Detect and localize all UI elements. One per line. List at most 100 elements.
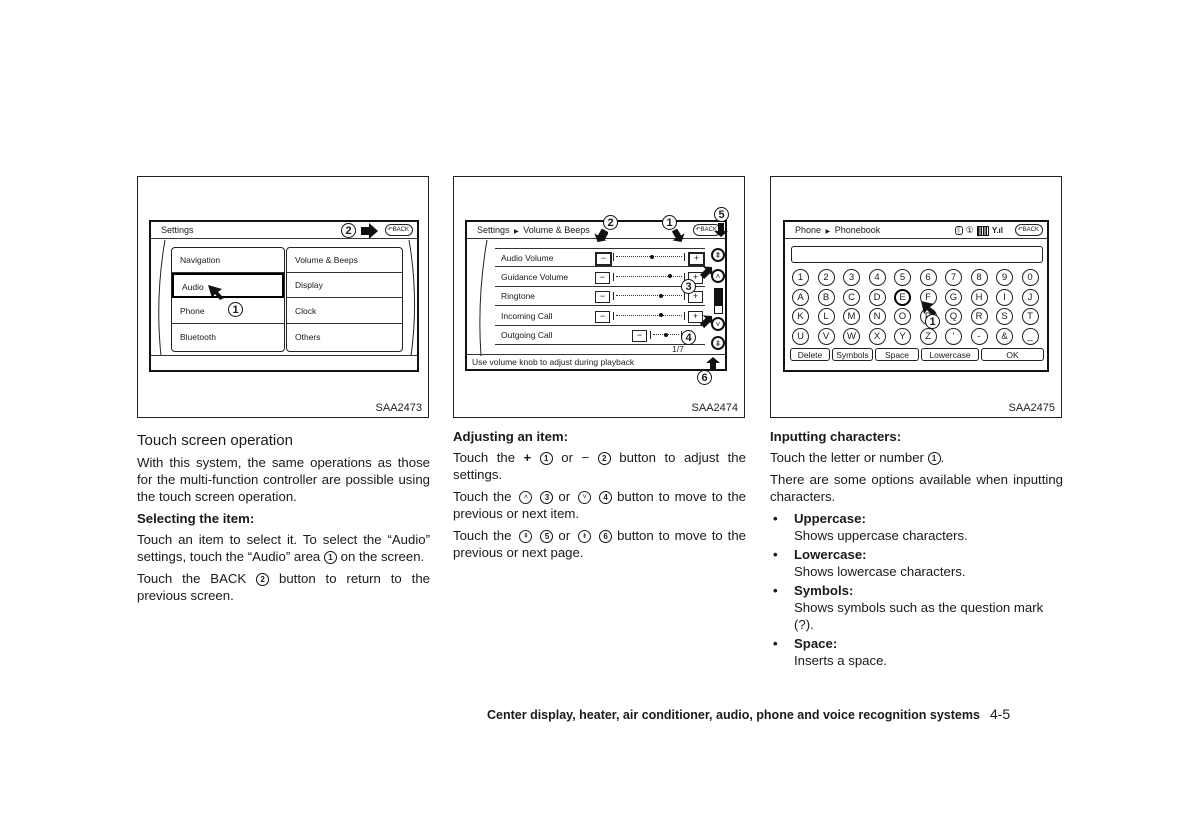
key-2[interactable]: 2 (817, 269, 835, 286)
volume-slider[interactable] (613, 253, 685, 261)
setting-label: Ringtone (501, 291, 536, 301)
minus-button[interactable]: − (632, 330, 647, 342)
delete-button[interactable]: Delete (790, 348, 830, 361)
page-up-button[interactable]: ⇞ (711, 248, 725, 262)
key-q[interactable]: Q (945, 308, 962, 325)
symbols-button[interactable]: Symbols (832, 348, 873, 361)
slider-knob[interactable] (658, 313, 663, 317)
text-span: . (940, 450, 945, 465)
item-up-icon: ˄ (715, 272, 721, 281)
key-j[interactable]: J (1021, 288, 1039, 306)
key-h[interactable]: H (970, 288, 988, 306)
key-9[interactable]: 9 (996, 269, 1013, 286)
subheading-inputting: Inputting characters: (770, 429, 902, 444)
breadcrumb-parent[interactable]: Settings (477, 225, 510, 235)
key-l[interactable]: L (817, 308, 835, 325)
back-button[interactable]: ↶BACK (384, 224, 413, 236)
volume-slider[interactable] (613, 292, 685, 300)
key-1[interactable]: 1 (792, 269, 809, 286)
option-title: Uppercase: (794, 511, 866, 526)
key-m[interactable]: M (843, 308, 860, 325)
scrollbar[interactable] (714, 288, 723, 314)
key-5[interactable]: 5 (894, 269, 911, 286)
arrow-pointer-icon (700, 315, 713, 328)
arrow-pointer-icon (714, 223, 728, 237)
slider-track (616, 314, 682, 316)
menu-item-audio[interactable]: Audio (172, 273, 284, 298)
lowercase-button[interactable]: Lowercase (921, 348, 979, 361)
space-button[interactable]: Space (875, 348, 919, 361)
key-symbol[interactable]: ' (945, 327, 962, 345)
signal-icon: Y.ıl (991, 226, 1003, 235)
key-u[interactable]: U (792, 327, 809, 345)
key-3[interactable]: 3 (843, 269, 860, 286)
callout-ref-2: 2 (597, 452, 611, 466)
volume-slider[interactable] (650, 331, 682, 339)
figure-settings-menu: Settings ↶BACK Navigation Audio Phone Bl… (137, 176, 429, 418)
key-z[interactable]: Z (919, 327, 937, 345)
text-span: or (558, 489, 571, 504)
option-description: Shows uppercase characters. (794, 528, 968, 543)
key-t[interactable]: T (1021, 308, 1039, 325)
key-y[interactable]: Y (894, 327, 911, 345)
key-4[interactable]: 4 (868, 269, 886, 286)
key-v[interactable]: V (817, 327, 835, 345)
minus-button[interactable]: − (595, 271, 610, 284)
back-label: BACK (1022, 227, 1039, 233)
menu-item-display[interactable]: Display (287, 273, 402, 298)
key-d[interactable]: D (868, 288, 886, 306)
key-a[interactable]: A (792, 288, 809, 306)
text-column-2: Adjusting an item: Touch the + 1 or − 2 … (453, 428, 746, 566)
breadcrumb-parent[interactable]: Phone (795, 225, 821, 235)
slider-knob[interactable] (664, 332, 668, 337)
key-b[interactable]: B (817, 288, 835, 306)
minus-button[interactable]: − (595, 310, 610, 323)
minus-button[interactable]: − (595, 291, 610, 303)
key-symbol[interactable]: & (996, 327, 1013, 345)
volume-slider[interactable] (613, 311, 685, 320)
paragraph-item-nav: Touch the ˄ 3 or ˅ 4 button to move to the p… (453, 488, 746, 522)
plus-button[interactable]: + (688, 252, 705, 266)
paragraph-page-nav: Touch the ⇞ 5 or ⇟ 6 button to move to the p… (453, 527, 746, 561)
slider-knob[interactable] (668, 274, 673, 278)
key-e[interactable]: E (894, 288, 911, 306)
minus-button[interactable]: − (595, 252, 612, 266)
key-w[interactable]: W (843, 327, 860, 345)
key-6[interactable]: 6 (919, 269, 937, 286)
menu-item-bluetooth[interactable]: Bluetooth (172, 325, 284, 350)
key-s[interactable]: S (996, 308, 1013, 325)
arrow-pointer-icon (208, 285, 224, 300)
intro-paragraph: With this system, the same operations as… (137, 455, 430, 504)
key-k[interactable]: K (792, 308, 809, 325)
volume-slider[interactable] (613, 272, 685, 281)
menu-item-others[interactable]: Others (287, 325, 402, 350)
key-c[interactable]: C (843, 288, 860, 306)
phonebook-search-input[interactable] (791, 246, 1043, 263)
menu-item-clock[interactable]: Clock (287, 299, 402, 324)
figure-phonebook-keyboard: Phone ▶ Phonebook ᛒ ① Y.ıl ↶BACK 1234567… (770, 176, 1062, 418)
page-down-button[interactable]: ⇟ (711, 336, 725, 350)
key-8[interactable]: 8 (970, 269, 988, 286)
key-x[interactable]: X (868, 327, 886, 345)
scrollbar-thumb[interactable] (715, 289, 722, 306)
callout-ref-1: 1 (539, 452, 553, 466)
menu-item-volume-beeps[interactable]: Volume & Beeps (287, 248, 402, 273)
key-symbol[interactable]: _ (1021, 327, 1039, 345)
slider-knob[interactable] (658, 293, 663, 298)
key-symbol[interactable]: - (970, 327, 988, 345)
breadcrumb-separator-icon: ▶ (514, 229, 519, 235)
key-0[interactable]: 0 (1021, 269, 1039, 286)
item-up-icon: ˄ (519, 491, 533, 505)
ok-button[interactable]: OK (981, 348, 1044, 361)
menu-item-navigation[interactable]: Navigation (172, 248, 284, 273)
key-i[interactable]: I (996, 288, 1013, 306)
key-n[interactable]: N (868, 308, 886, 325)
key-r[interactable]: R (970, 308, 988, 325)
slider-knob[interactable] (650, 254, 655, 259)
key-g[interactable]: G (945, 288, 962, 306)
key-7[interactable]: 7 (945, 269, 962, 286)
back-button[interactable]: ↶BACK (1014, 224, 1043, 236)
callout-ref-6: 6 (599, 530, 613, 544)
key-o[interactable]: O (894, 308, 911, 325)
arrow-pointer-icon (700, 266, 713, 279)
